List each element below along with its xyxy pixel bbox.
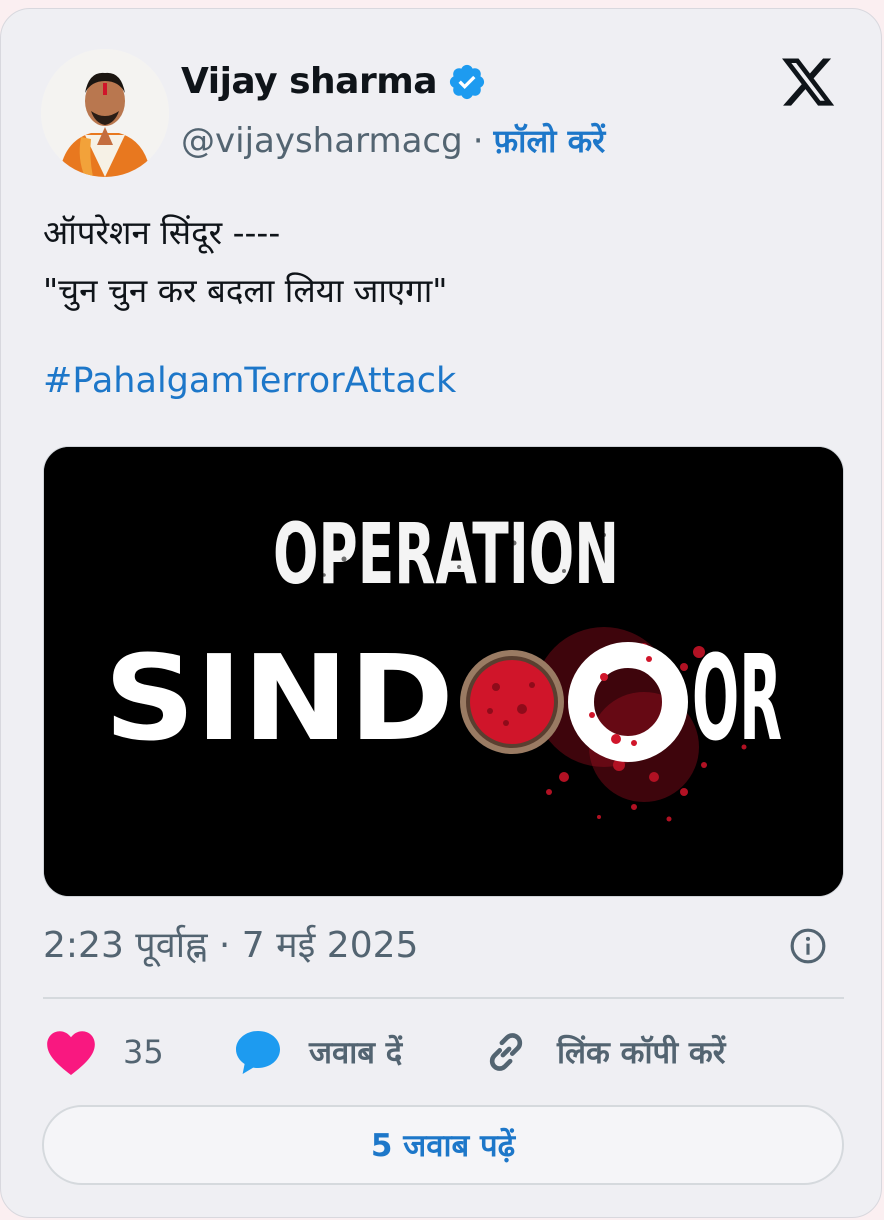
x-logo-icon[interactable] bbox=[779, 53, 837, 111]
tweet-text-line-1: ऑपरेशन सिंदूर ---- bbox=[43, 213, 281, 252]
read-replies-button[interactable]: 5 जवाब पढ़ें bbox=[42, 1105, 844, 1185]
author-name[interactable]: Vijay sharma bbox=[181, 61, 438, 102]
image-text-operation: OPERATION bbox=[273, 505, 619, 603]
tweet-card: Vijay sharma @vijaysharmacg · फ़ॉलो करें… bbox=[0, 8, 882, 1218]
separator-dot: · bbox=[472, 120, 484, 161]
copy-link-button[interactable]: लिंक कॉपी करें bbox=[481, 1024, 725, 1080]
author-handle[interactable]: @vijaysharmacg bbox=[181, 121, 463, 161]
image-text-sind: SIND bbox=[104, 629, 454, 767]
reply-label: जवाब दें bbox=[309, 1035, 403, 1071]
speech-bubble-icon bbox=[236, 1031, 280, 1074]
like-count: 35 bbox=[123, 1033, 164, 1071]
like-button[interactable]: 35 bbox=[45, 1024, 164, 1080]
follow-button[interactable]: फ़ॉलो करें bbox=[494, 119, 606, 162]
tweet-text-line-2: "चुन चुन कर बदला लिया जाएगा" bbox=[43, 271, 448, 310]
copy-link-label: लिंक कॉपी करें bbox=[557, 1035, 726, 1071]
hashtag-link[interactable]: #PahalgamTerrorAttack bbox=[43, 361, 456, 401]
info-icon[interactable] bbox=[789, 927, 827, 965]
action-bar: 35 जवाब दें लिंक कॉपी करें bbox=[45, 1024, 845, 1080]
link-icon bbox=[489, 1033, 523, 1071]
tweet-timestamp[interactable]: 2:23 पूर्वाह्न · 7 मई 2025 bbox=[43, 919, 418, 968]
reply-button[interactable]: जवाब दें bbox=[233, 1024, 402, 1080]
author-row: Vijay sharma bbox=[181, 61, 487, 102]
heart-icon bbox=[47, 1031, 95, 1075]
avatar[interactable] bbox=[41, 49, 169, 177]
image-text-or-suffix: OR bbox=[692, 629, 782, 767]
divider bbox=[43, 997, 844, 999]
handle-row: @vijaysharmacg · फ़ॉलो करें bbox=[181, 119, 605, 162]
tweet-text: ऑपरेशन सिंदूर ---- "चुन चुन कर बदला लिया… bbox=[43, 204, 448, 320]
tweet-image[interactable]: OPERATION SIND OR bbox=[43, 446, 844, 897]
verified-badge-icon bbox=[449, 64, 485, 99]
